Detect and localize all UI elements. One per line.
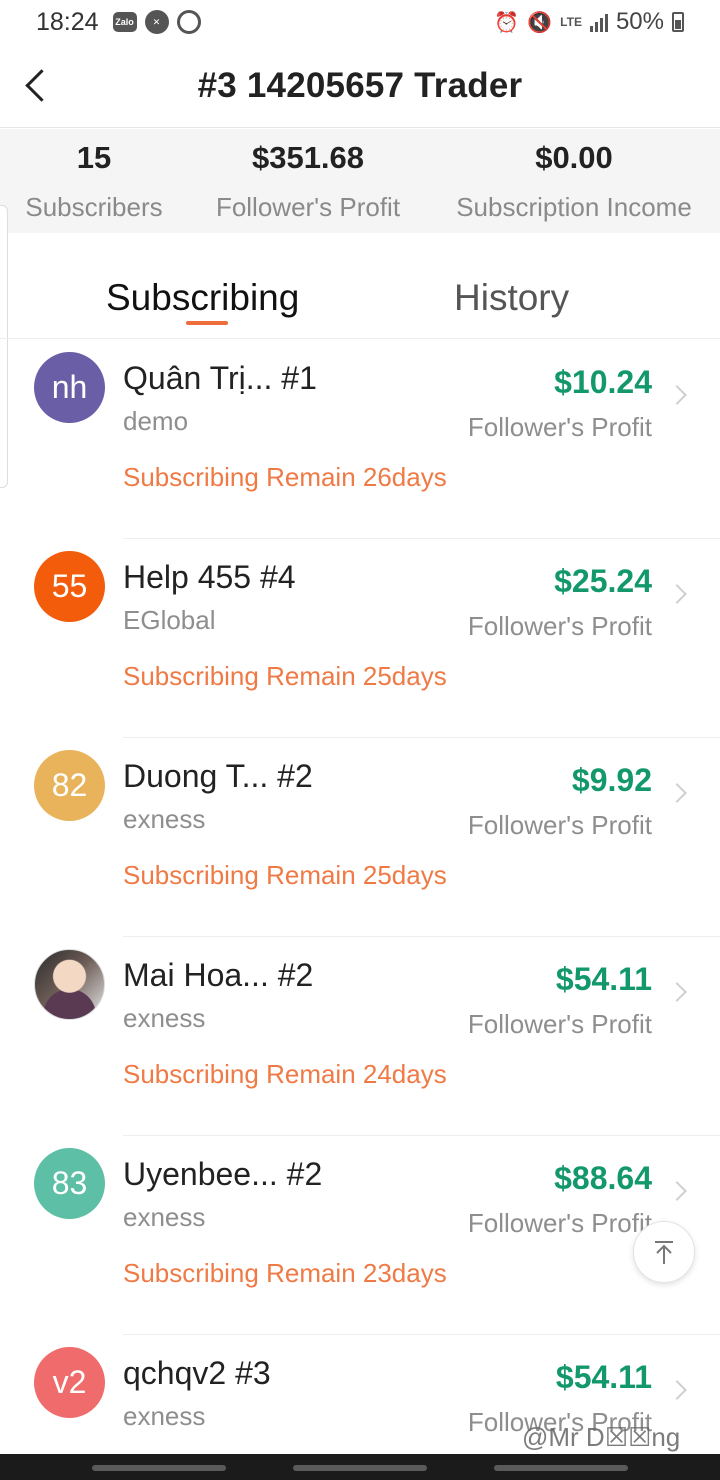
subscription-remaining: Subscribing Remain 25days	[123, 860, 447, 890]
back-arrow-icon[interactable]	[22, 68, 58, 104]
subscription-remaining: Subscribing Remain 26days	[123, 462, 447, 492]
system-icons: ⏰ 🔇 LTE 50%	[494, 8, 684, 36]
signal-icon	[589, 12, 608, 32]
stat-label: Subscription Income	[456, 191, 692, 222]
avatar: v2	[34, 1347, 105, 1418]
chevron-right-icon	[667, 1181, 687, 1201]
broker-name: exness	[123, 1401, 206, 1431]
chevron-right-icon	[667, 1380, 687, 1400]
subscription-remaining: Subscribing Remain 23days	[123, 1258, 447, 1288]
avatar: 83	[34, 1148, 105, 1219]
subscriber-name: Help 455 #4	[123, 559, 296, 595]
stat-followers-profit: $351.68 Follower's Profit	[188, 129, 428, 233]
tab-subscribing[interactable]: Subscribing	[106, 277, 299, 319]
subscriber-name: qchqv2 #3	[123, 1355, 271, 1391]
tab-active-indicator	[186, 321, 228, 325]
profit-label: Follower's Profit	[467, 1009, 652, 1039]
stat-subscription-income: $0.00 Subscription Income	[428, 129, 720, 233]
page-title: #3 14205657 Trader	[197, 65, 523, 105]
chevron-right-icon	[667, 584, 687, 604]
avatar-photo	[34, 949, 105, 1020]
stat-subscribers: 15 Subscribers	[0, 129, 188, 233]
status-time: 18:24	[36, 7, 99, 36]
battery-icon	[672, 12, 684, 32]
profit-value: $54.11	[555, 961, 652, 997]
stat-value: $0.00	[535, 139, 613, 175]
avatar: nh	[34, 352, 105, 423]
subscriber-name: Duong T... #2	[123, 758, 313, 794]
trader-stats: 15 Subscribers $351.68 Follower's Profit…	[0, 129, 720, 233]
nav-home-button[interactable]	[293, 1465, 427, 1471]
list-item[interactable]: 83 Uyenbee... #2 exness Subscribing Rema…	[0, 1136, 720, 1335]
subscriber-name: Uyenbee... #2	[123, 1156, 323, 1192]
profit-label: Follower's Profit	[467, 611, 652, 641]
list-item[interactable]: Mai Hoa... #2 exness Subscribing Remain …	[0, 937, 720, 1136]
screen: 18:24 Zalo ✕ ⏰ 🔇 LTE 50% #3 14205657 Tra…	[0, 0, 720, 1480]
watermark: @Mr D☒☒ng	[522, 1422, 681, 1452]
status-bar: 18:24 Zalo ✕ ⏰ 🔇 LTE 50%	[0, 0, 720, 44]
zalo-icon: Zalo	[112, 12, 137, 32]
messenger-icon: ✕	[144, 10, 169, 34]
arrow-up-icon	[655, 1241, 673, 1264]
stat-label: Subscribers	[25, 191, 163, 222]
subscription-remaining: Subscribing Remain 24days	[123, 1059, 447, 1089]
lte-icon: LTE	[560, 14, 582, 29]
battery-percent: 50%	[615, 8, 664, 35]
profit-value: $25.24	[554, 563, 652, 599]
profit-label: Follower's Profit	[467, 412, 652, 442]
profit-value: $88.64	[554, 1160, 652, 1196]
broker-name: EGlobal	[123, 605, 216, 635]
profit-label: Follower's Profit	[467, 810, 652, 840]
stat-value: $351.68	[251, 139, 365, 175]
chevron-right-icon	[667, 783, 687, 803]
subscriber-name: Quân Trị... #1	[123, 360, 317, 396]
subscription-remaining: Subscribing Remain 25days	[123, 661, 447, 691]
page-header: #3 14205657 Trader	[0, 44, 720, 128]
avatar: 82	[34, 750, 105, 821]
system-nav-bar	[0, 1454, 720, 1480]
tab-bar: Subscribing History	[0, 233, 720, 339]
tab-history[interactable]: History	[454, 277, 569, 319]
broker-name: exness	[123, 1003, 206, 1033]
stat-label: Follower's Profit	[215, 191, 401, 222]
broker-name: demo	[123, 406, 189, 436]
profit-label: Follower's Profit	[467, 1208, 652, 1238]
list-item[interactable]: nh Quân Trị... #1 demo Subscribing Remai…	[0, 340, 720, 539]
subscriber-list: nh Quân Trị... #1 demo Subscribing Remai…	[0, 340, 720, 1480]
list-item[interactable]: 55 Help 455 #4 EGlobal Subscribing Remai…	[0, 539, 720, 738]
broker-name: exness	[123, 804, 206, 834]
settings-ring-icon	[176, 10, 201, 34]
subscriber-name: Mai Hoa... #2	[123, 957, 314, 993]
nav-back-button[interactable]	[494, 1465, 628, 1471]
scroll-to-top-button[interactable]	[633, 1221, 695, 1283]
chevron-right-icon	[667, 385, 687, 405]
mute-icon: 🔇	[527, 11, 553, 34]
stat-value: 15	[76, 139, 112, 175]
profit-value: $54.11	[555, 1359, 652, 1395]
broker-name: exness	[123, 1202, 206, 1232]
profit-value: $10.24	[554, 364, 652, 400]
avatar: 55	[34, 551, 105, 622]
notification-icons: Zalo ✕	[112, 10, 201, 34]
list-item[interactable]: 82 Duong T... #2 exness Subscribing Rema…	[0, 738, 720, 937]
alarm-icon: ⏰	[494, 11, 520, 34]
chevron-right-icon	[667, 982, 687, 1002]
profit-value: $9.92	[571, 762, 652, 798]
nav-recent-button[interactable]	[92, 1465, 226, 1471]
